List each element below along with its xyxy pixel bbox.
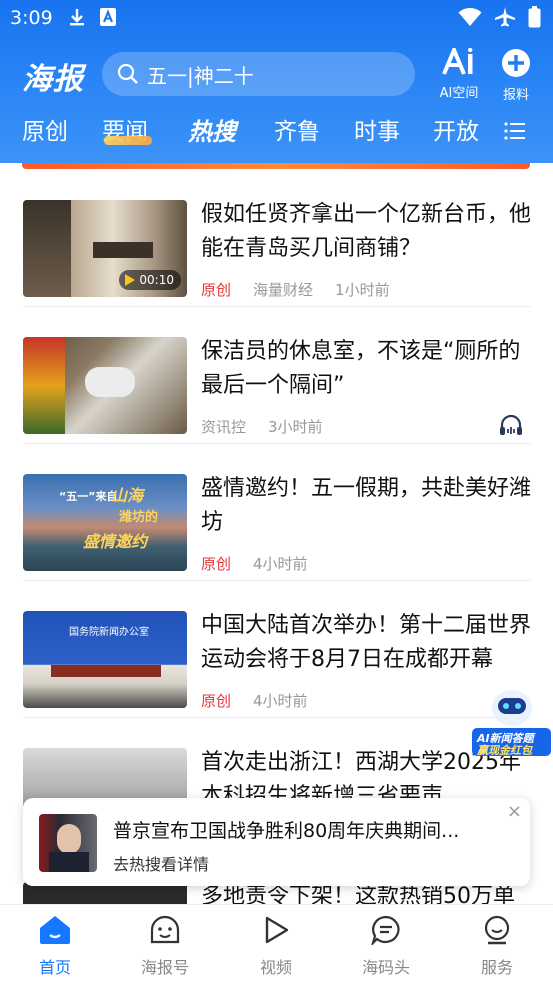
thumb-caption: 国务院新闻办公室	[69, 627, 149, 638]
play-icon	[125, 274, 136, 286]
cleaning-tools	[23, 337, 65, 434]
nav-video[interactable]: 视频	[231, 915, 321, 978]
play-icon	[265, 916, 289, 944]
status-icons-left	[68, 7, 116, 27]
news-meta: 原创 4小时前	[201, 690, 308, 711]
report-label: 报料	[502, 88, 529, 103]
news-thumbnail: 00:10	[23, 200, 187, 297]
tab-original[interactable]: 原创	[22, 112, 68, 146]
original-tag: 原创	[201, 692, 232, 710]
hot-search-notification[interactable]: 普京宣布卫国战争胜利80周年庆典期间... 去热搜看详情 ×	[23, 798, 530, 886]
airplane-icon	[494, 6, 516, 28]
shoe	[85, 367, 135, 397]
notification-link[interactable]: 去热搜看详情	[113, 851, 209, 875]
audio-listen-button[interactable]	[499, 414, 523, 440]
news-meta: 原创 海量财经 1小时前	[201, 279, 390, 300]
tab-underline	[104, 136, 152, 145]
battery-icon	[528, 6, 541, 28]
news-item[interactable]: “五一”来自 山海 潍坊的 盛情邀约 盛情邀约！五一假期，共赴美好潍坊 原创 4…	[0, 443, 553, 580]
face-icon	[150, 915, 180, 944]
news-thumbnail: “五一”来自 山海 潍坊的 盛情邀约	[23, 474, 187, 571]
news-title[interactable]: 盛情邀约！五一假期，共赴美好潍坊	[201, 472, 531, 540]
category-tabs: 原创 要闻 热搜 齐鲁 时事 开放	[0, 112, 553, 152]
news-source: 海量财经	[253, 281, 314, 299]
thumb-caption: 潍坊的	[119, 510, 159, 525]
tab-menu-button[interactable]	[504, 122, 526, 144]
ai-badge-line2: 赢现金红包	[477, 744, 532, 757]
person-face	[57, 824, 81, 854]
nav-service[interactable]: 服务	[452, 915, 542, 978]
nav-haibaohao[interactable]: 海报号	[120, 915, 210, 978]
tab-qilu[interactable]: 齐鲁	[274, 112, 320, 146]
ai-icon	[442, 44, 473, 75]
news-item[interactable]: 保洁员的休息室，不该是“厕所的最后一个隔间” 资讯控 3小时前	[0, 306, 553, 443]
news-thumbnail: 国务院新闻办公室	[23, 611, 187, 708]
news-source: 资讯控	[201, 418, 247, 436]
thumb-caption: 山海	[111, 486, 144, 505]
app-notification-icon	[100, 8, 116, 26]
news-meta: 资讯控 3小时前	[201, 416, 323, 437]
news-title[interactable]: 中国大陆首次举办！第十二届世界运动会将于8月7日在成都开幕	[201, 609, 531, 677]
app-logo: 海报	[22, 62, 84, 97]
news-meta: 原创 4小时前	[201, 553, 308, 574]
news-thumbnail	[23, 337, 187, 434]
notification-title: 普京宣布卫国战争胜利80周年庆典期间...	[113, 820, 460, 842]
tab-open[interactable]: 开放	[433, 112, 491, 146]
shop-sign	[93, 242, 153, 258]
plus-circle-icon	[502, 49, 530, 77]
thumb-caption: 盛情邀约	[83, 532, 148, 551]
search-input[interactable]: 五一|神二十	[147, 60, 254, 89]
download-icon	[68, 7, 86, 27]
close-icon[interactable]: ×	[507, 801, 522, 822]
news-item[interactable]: 00:10 假如任贤齐拿出一个亿新台币，他能在青岛买几间商铺？ 原创 海量财经 …	[0, 169, 553, 306]
press-table	[51, 665, 161, 677]
nav-home[interactable]: 首页	[10, 915, 100, 978]
profile-icon	[484, 915, 510, 945]
status-time: 3:09	[10, 7, 53, 29]
home-icon	[40, 916, 70, 944]
headphones-icon	[500, 414, 522, 435]
chat-icon	[370, 915, 400, 947]
ai-space-label: AI空间	[439, 86, 479, 101]
report-button[interactable]: 报料	[491, 48, 541, 103]
news-time: 4小时前	[253, 692, 308, 710]
news-title[interactable]: 保洁员的休息室，不该是“厕所的最后一个隔间”	[201, 335, 531, 403]
notification-thumbnail	[39, 814, 97, 872]
original-tag: 原创	[201, 555, 232, 573]
news-time: 3小时前	[268, 418, 323, 436]
shop-wall	[23, 200, 71, 297]
wifi-icon	[458, 7, 482, 27]
ai-quiz-badge[interactable]: AI新闻答题 赢现金红包	[470, 684, 553, 758]
person-suit	[49, 852, 89, 872]
video-duration: 00:10	[119, 270, 181, 290]
original-tag: 原创	[201, 281, 232, 299]
nav-haimatou[interactable]: 海码头	[341, 915, 431, 978]
bottom-navigation: 首页 海报号 视频 海码头 服务	[0, 904, 553, 985]
status-icons-right	[458, 6, 541, 28]
news-time: 4小时前	[253, 555, 308, 573]
thumb-caption: “五一”来自	[59, 490, 118, 503]
menu-icon	[504, 122, 525, 140]
tab-hot-search[interactable]: 热搜	[188, 112, 236, 147]
search-icon	[117, 63, 138, 84]
tab-current-affairs[interactable]: 时事	[354, 112, 400, 146]
search-bar[interactable]: 五一|神二十	[102, 52, 415, 96]
news-time: 1小时前	[335, 281, 390, 299]
ai-space-button[interactable]: AI空间	[434, 44, 484, 101]
news-title[interactable]: 假如任贤齐拿出一个亿新台币，他能在青岛买几间商铺？	[201, 198, 531, 266]
